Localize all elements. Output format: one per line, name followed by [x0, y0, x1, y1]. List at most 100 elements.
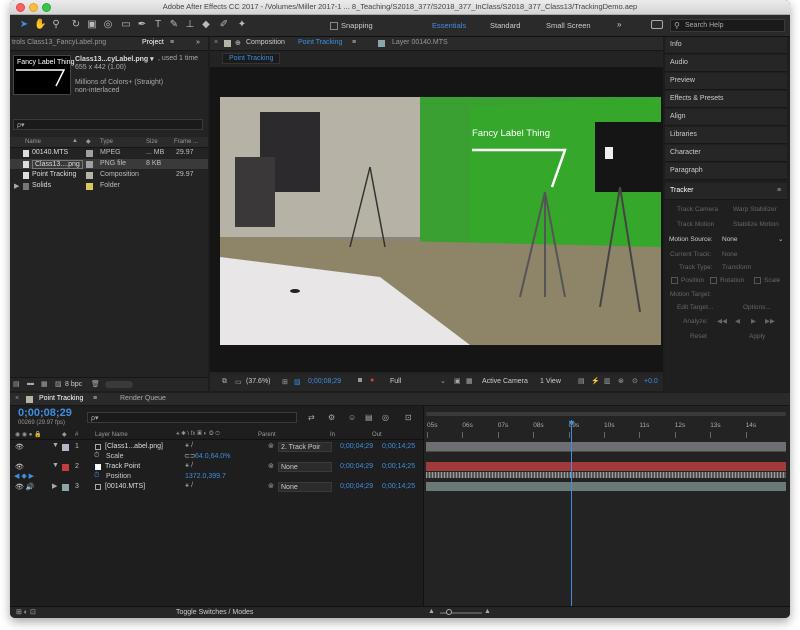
work-area-bar[interactable] [426, 412, 786, 416]
panel-align[interactable]: Align [665, 109, 787, 126]
options-button[interactable]: Options... [743, 304, 771, 311]
snapping-checkbox[interactable] [330, 22, 338, 30]
comp-mini-flowchart-icon[interactable]: ⇄ [308, 413, 315, 422]
apply-button[interactable]: Apply [749, 333, 765, 340]
track-motion-button[interactable]: Track Motion [677, 221, 714, 228]
layer-row-1[interactable]: 👁 ▼ 1 [Class1...abel.png] ⚹ / ⊚ 2. Track… [10, 442, 423, 452]
layer-out-point[interactable]: 0;00;14;25 [382, 443, 415, 450]
project-item-row[interactable]: Point Tracking Composition 29.97 [10, 170, 208, 180]
motion-source-dropdown[interactable]: None [722, 236, 738, 243]
layer-name[interactable]: [Class1...abel.png] [105, 443, 163, 450]
property-value[interactable]: 1372.0,399.7 [185, 473, 226, 480]
visibility-eye-icon[interactable]: 👁 [15, 463, 24, 471]
item-label-color[interactable] [86, 161, 93, 168]
roto-brush-tool-icon[interactable]: ✐ [218, 19, 230, 31]
viewer-timecode[interactable]: 0;00;08;29 [308, 378, 341, 385]
puppet-tool-icon[interactable]: ✦ [236, 19, 248, 31]
interpret-footage-icon[interactable]: ▤ [13, 380, 20, 388]
selection-tool-icon[interactable]: ➤ [18, 19, 30, 31]
hand-tool-icon[interactable]: ✋ [34, 19, 46, 31]
viewer-area[interactable]: Fancy Label Thing [210, 67, 663, 372]
position-checkbox[interactable] [671, 277, 678, 284]
minimize-window-button[interactable] [29, 3, 38, 12]
position-keyframes-track[interactable] [426, 472, 786, 478]
zoom-tool-icon[interactable]: ⚲ [50, 19, 62, 31]
expand-arrow-icon[interactable]: ▼ [52, 462, 59, 469]
new-folder-icon[interactable]: ▬ [27, 380, 34, 387]
layer-switches[interactable]: ⚹ / [185, 462, 193, 470]
lock-icon[interactable]: ⊕ [235, 39, 241, 47]
tracker-panel-header[interactable]: Tracker ≡ [665, 183, 787, 200]
panel-paragraph[interactable]: Paragraph [665, 163, 787, 180]
panel-effects-presets[interactable]: Effects & Presets [665, 91, 787, 108]
project-search-input[interactable]: ρ▾ [13, 119, 203, 130]
draft-3d-icon[interactable]: ⚙ [328, 413, 335, 422]
track-camera-button[interactable]: Track Camera [677, 206, 718, 213]
layer-duration-bar[interactable] [426, 442, 786, 451]
item-label-color[interactable] [86, 183, 93, 190]
mask-visibility-icon[interactable]: ▨ [294, 378, 301, 386]
layer-switches-pane-icon[interactable]: ⊞ ◐ ⊡ [16, 608, 36, 616]
project-settings-icon[interactable]: ▨ [55, 380, 62, 388]
sync-settings-icon[interactable] [651, 20, 663, 29]
stopwatch-active-icon[interactable]: ⏱ [94, 472, 99, 480]
panel-audio[interactable]: Audio [665, 55, 787, 72]
camera-tool-icon[interactable]: ▣ [86, 19, 98, 31]
constrain-proportions-icon[interactable]: ⊂⊃ [184, 452, 196, 460]
project-item-row[interactable]: 00140.MTS MPEG ... MB 29.97 [10, 148, 208, 158]
chevron-down-icon[interactable]: ⌄ [440, 377, 446, 385]
track-type-dropdown[interactable]: Transform [722, 264, 751, 271]
panel-libraries[interactable]: Libraries [665, 127, 787, 144]
tab-render-queue[interactable]: Render Queue [120, 395, 166, 402]
timeline-search-input[interactable]: ρ▾ [87, 412, 297, 423]
zoom-window-button[interactable] [42, 3, 51, 12]
frame-blending-icon[interactable]: ▤ [365, 413, 373, 422]
layer-row-3[interactable]: 👁 🔊 ▶ 3 [00140.MTS] ⚹ / ⊚ None 0;00;04;2… [10, 482, 423, 492]
zoom-out-icon[interactable]: ▲ [428, 608, 435, 615]
layer-in-point[interactable]: 0;00;04;29 [340, 463, 373, 470]
time-ruler[interactable]: 05s 06s 07s 08s 09s 10s 11s 12s 13s 14s [424, 420, 790, 440]
view-layout-dropdown[interactable]: 1 View [540, 378, 561, 385]
motion-blur-icon[interactable]: ◎ [382, 413, 389, 422]
region-of-interest-icon[interactable]: ▣ [454, 377, 461, 385]
edit-target-button[interactable]: Edit Target... [677, 304, 713, 311]
property-row-scale[interactable]: ⏱ Scale ⊂⊃ 64.0,64.0% [10, 452, 423, 462]
analyze-forward-icon[interactable]: ▶ [751, 317, 756, 325]
pan-behind-tool-icon[interactable]: ◎ [102, 19, 114, 31]
layer-duration-bar[interactable] [426, 462, 786, 471]
col-size[interactable]: Size [146, 139, 158, 145]
thumbnail-size-slider[interactable] [105, 381, 133, 388]
item-label-color[interactable] [86, 172, 93, 179]
time-graph[interactable]: 05s 06s 07s 08s 09s 10s 11s 12s 13s 14s ▼ [423, 406, 790, 606]
transparency-grid-icon[interactable]: ▦ [466, 377, 473, 385]
comp-navigator[interactable]: Point Tracking [222, 53, 281, 64]
layer-switches[interactable]: ⚹ / [185, 442, 193, 450]
project-item-row[interactable]: Class13....png PNG file 8 KB [10, 159, 208, 169]
trash-icon[interactable]: 🗑 [91, 380, 100, 388]
property-row-position[interactable]: ◀ ◆ ▶ ⏱ Position 1372.0,399.7 [10, 472, 423, 482]
property-value[interactable]: 64.0,64.0% [195, 453, 230, 460]
analyze-back-icon[interactable]: ◀◀ [717, 317, 727, 325]
tab-project[interactable]: Project [142, 39, 164, 46]
col-name[interactable]: Name [25, 139, 41, 145]
workspace-menu-icon[interactable]: » [617, 20, 621, 29]
layer-duration-bar[interactable] [426, 482, 786, 491]
close-tab-icon[interactable]: × [214, 39, 218, 46]
analyze-step-forward-icon[interactable]: ▶▶ [765, 317, 775, 325]
scale-checkbox[interactable] [754, 277, 761, 284]
panel-preview[interactable]: Preview [665, 73, 787, 90]
toggle-switches-modes-button[interactable]: Toggle Switches / Modes [176, 609, 253, 616]
rectangle-tool-icon[interactable]: ▭ [120, 19, 132, 31]
monitor-icon[interactable]: ▭ [235, 378, 242, 386]
brush-tool-icon[interactable]: ✎ [168, 19, 180, 31]
parent-pickwhip-icon[interactable]: ⊚ [268, 442, 274, 450]
layer-name[interactable]: Track Point [105, 463, 140, 470]
project-item-row[interactable]: ▶ Solids Folder [10, 181, 208, 191]
layer-name[interactable]: [00140.MTS] [105, 483, 145, 490]
col-type[interactable]: Type [100, 139, 113, 145]
panel-info[interactable]: Info [665, 37, 787, 54]
layer-label-color[interactable] [62, 484, 69, 491]
reset-button[interactable]: Reset [690, 333, 707, 340]
item-name[interactable]: Class13...cyLabel.png ▾ [75, 55, 154, 63]
grid-icon[interactable]: ⊞ [282, 378, 288, 386]
